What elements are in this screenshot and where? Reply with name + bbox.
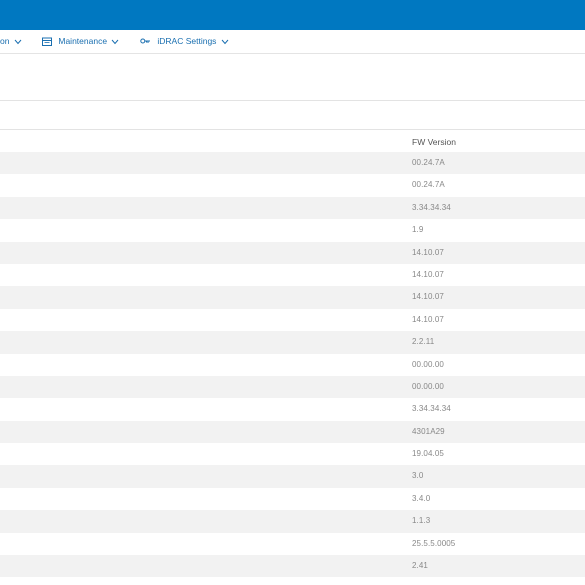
table-row: 00.00.00	[0, 353, 585, 376]
fw-version-cell: 3.0	[412, 471, 424, 481]
table-row: 25.5.5.0005	[0, 532, 585, 556]
fw-version-cell: 14.10.07	[412, 269, 444, 279]
fw-version-cell: 4301A29	[412, 426, 445, 436]
table-row: 14.10.07	[0, 286, 585, 309]
fw-version-cell: 1.9	[412, 225, 424, 235]
table-row: 1.1.3	[0, 510, 585, 533]
chevron-down-icon	[14, 39, 22, 45]
fw-version-cell: 25.5.5.0005	[412, 538, 456, 548]
table-row: 19.04.05	[0, 443, 585, 466]
fw-version-cell: 00.00.00	[412, 381, 444, 391]
table-row: 00.24.7A	[0, 174, 585, 197]
fw-version-cell: 00.24.7A	[412, 180, 445, 190]
chevron-down-icon	[112, 39, 119, 45]
table-body: 00.24.7A 00.24.7A 3.34.34.34 1.9 14.10.07 14.…	[0, 152, 585, 578]
table-row: 1.9	[0, 219, 585, 242]
fw-version-cell: 3.34.34.34	[412, 202, 451, 212]
table-row: 14.10.07	[0, 263, 585, 287]
nav-item-label: on	[0, 36, 10, 46]
column-header-fw-version[interactable]: FW Version	[412, 137, 456, 147]
table-row: 3.34.34.34	[0, 398, 585, 421]
table-header-row: FW Version	[0, 130, 585, 152]
header-bar	[0, 0, 585, 30]
divider	[0, 100, 585, 101]
nav-item-label: Maintenance	[58, 36, 108, 46]
fw-version-cell: 14.10.07	[412, 292, 444, 302]
main-nav: on Maintenance iDRAC Settings	[0, 30, 585, 54]
nav-item-label: iDRAC Settings	[157, 36, 217, 46]
firmware-inventory-table: FW Version 00.24.7A 00.24.7A 3.34.34.34 1.9…	[0, 130, 585, 578]
fw-version-cell: 14.10.07	[412, 247, 444, 257]
fw-version-cell: 00.00.00	[412, 359, 444, 369]
fw-version-cell: 1.1.3	[412, 516, 431, 526]
table-row: 00.24.7A	[0, 152, 585, 175]
table-row: 14.10.07	[0, 241, 585, 264]
fw-version-cell: 19.04.05	[412, 449, 444, 459]
chevron-down-icon	[221, 39, 229, 45]
page-header-area	[0, 54, 585, 100]
table-row: 3.34.34.34	[0, 196, 585, 220]
fw-version-cell: 00.24.7A	[412, 158, 445, 167]
fw-version-cell: 2.2.11	[412, 337, 435, 347]
fw-version-cell: 3.4.0	[412, 493, 431, 503]
table-row: 14.10.07	[0, 308, 585, 332]
nav-item-maintenance[interactable]: Maintenance	[42, 36, 119, 47]
key-icon	[140, 38, 150, 44]
nav-item-idrac-settings[interactable]: iDRAC Settings	[140, 36, 229, 46]
fw-version-cell: 3.34.34.34	[412, 404, 451, 414]
table-row: 3.0	[0, 465, 585, 488]
table-row: 2.41	[0, 555, 585, 578]
table-row: 4301A29	[0, 420, 585, 444]
fw-version-cell: 2.41	[412, 561, 428, 571]
fw-version-cell: 14.10.07	[412, 314, 444, 324]
nav-item-configuration[interactable]: on	[0, 36, 22, 46]
table-row: 00.00.00	[0, 375, 585, 399]
table-row: 3.4.0	[0, 487, 585, 511]
table-row: 2.2.11	[0, 331, 585, 354]
calendar-icon	[42, 37, 52, 47]
